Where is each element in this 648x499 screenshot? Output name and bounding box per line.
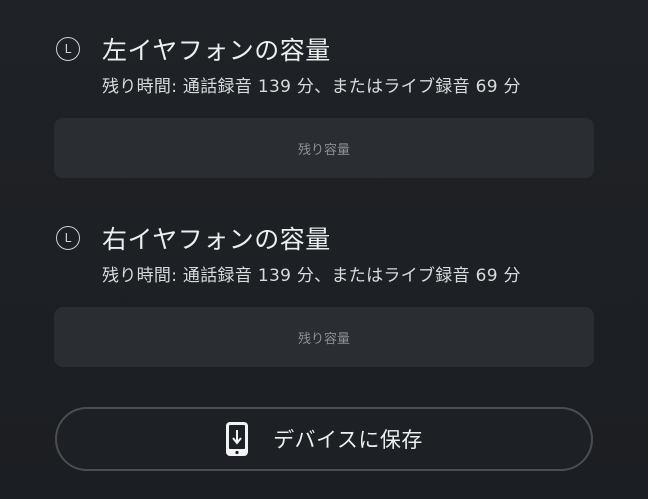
phone-download-icon: [225, 422, 249, 456]
left-earbud-capacity-bar: 残り容量: [54, 118, 594, 178]
right-earbud-title: 右イヤフォンの容量: [102, 225, 331, 254]
right-earbud-remaining-time: 残り時間: 通話録音 139 分、またはライブ録音 69 分: [102, 266, 521, 286]
right-earbud-capacity-bar: 残り容量: [54, 307, 594, 367]
earbud-capacity-screen: L 左イヤフォンの容量 残り時間: 通話録音 139 分、またはライブ録音 69…: [0, 0, 648, 499]
save-to-device-label: デバイスに保存: [273, 428, 423, 452]
left-earbud-remaining-time: 残り時間: 通話録音 139 分、またはライブ録音 69 分: [102, 77, 521, 97]
right-earbud-header: L 右イヤフォンの容量: [56, 223, 331, 254]
left-earbud-icon: L: [56, 37, 80, 61]
right-earbud-icon: L: [56, 226, 80, 250]
left-earbud-title: 左イヤフォンの容量: [102, 36, 331, 65]
left-earbud-capacity-label: 残り容量: [297, 142, 350, 158]
left-earbud-header: L 左イヤフォンの容量: [56, 34, 331, 65]
right-earbud-capacity-label: 残り容量: [297, 331, 350, 347]
save-to-device-button[interactable]: デバイスに保存: [55, 407, 593, 471]
